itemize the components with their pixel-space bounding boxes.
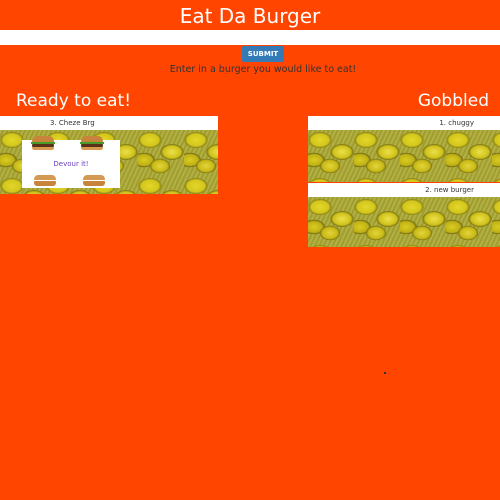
gobbled-heading: Gobbled bbox=[417, 91, 489, 111]
page-title: Eat Da Burger bbox=[179, 4, 321, 28]
burger-label: 3. Cheze Brg bbox=[50, 119, 95, 127]
gobbled-burger-card: 1. chuggy bbox=[308, 116, 500, 182]
pickle-image bbox=[308, 130, 500, 182]
burger-icon bbox=[80, 136, 104, 150]
burger-label: 1. chuggy bbox=[439, 119, 474, 127]
submit-button[interactable]: SUBMIT bbox=[242, 46, 284, 62]
helper-text: Enter in a burger you would like to eat! bbox=[169, 64, 357, 75]
bun-icon bbox=[33, 173, 57, 187]
pickle-image: Devour it! bbox=[0, 130, 218, 194]
burger-icon bbox=[31, 136, 55, 150]
ready-to-eat-heading: Ready to eat! bbox=[16, 91, 132, 111]
gobbled-burger-card: 2. new burger bbox=[308, 183, 500, 247]
pickle-image bbox=[308, 197, 500, 247]
burger-label: 2. new burger bbox=[425, 186, 474, 194]
bun-icon bbox=[82, 173, 106, 187]
ready-burger-card: 3. Cheze Brg Devour it! bbox=[0, 116, 218, 194]
devour-button[interactable]: Devour it! bbox=[22, 160, 120, 168]
devour-panel: Devour it! bbox=[22, 136, 120, 188]
stray-dot bbox=[384, 372, 386, 374]
burger-name-input[interactable] bbox=[0, 30, 500, 45]
